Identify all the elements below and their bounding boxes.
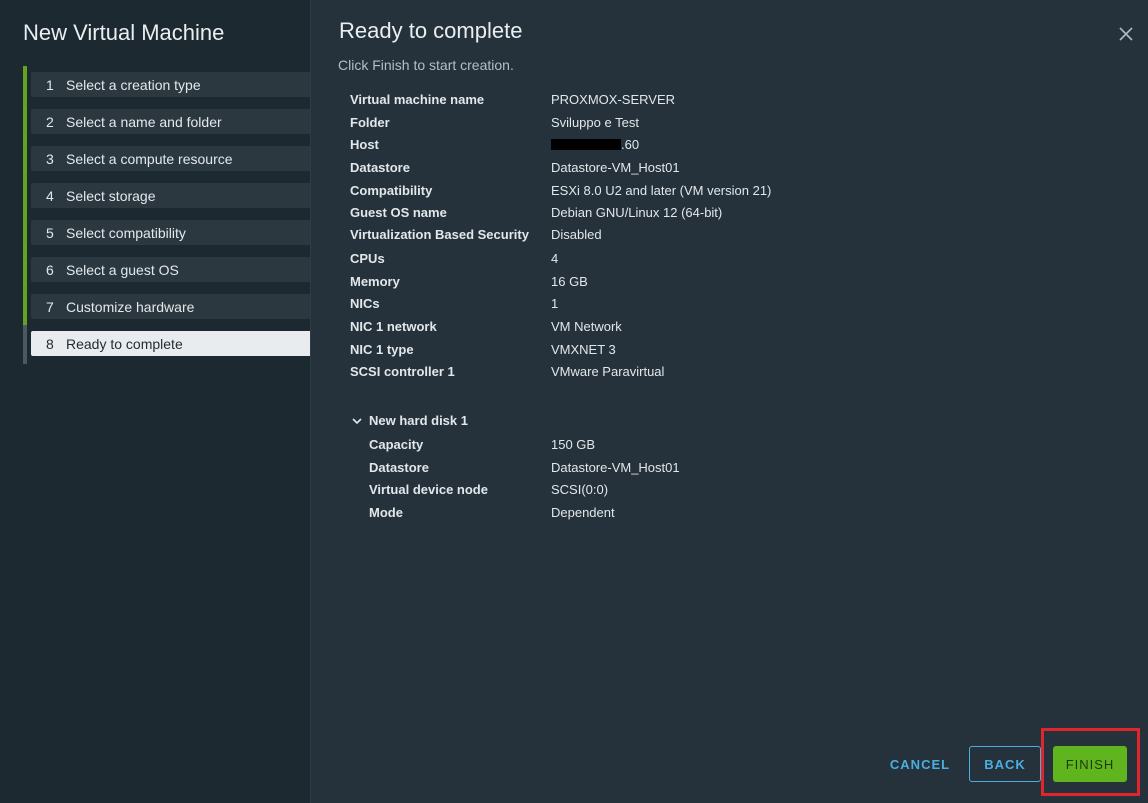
disk-row: Mode Dependent [369,505,1069,520]
back-button[interactable]: BACK [969,746,1041,782]
step-guest-os[interactable]: 6 Select a guest OS [23,251,310,288]
page-title: Ready to complete [339,18,523,43]
summary-key: NIC 1 network [350,318,437,334]
wizard-main: Ready to complete Click Finish to start … [312,0,1148,803]
summary-key: Guest OS name [350,205,447,221]
disk-value: Datastore-VM_Host01 [551,459,680,475]
summary-row: NIC 1 type VMXNET 3 [350,342,1070,357]
cancel-button[interactable]: CANCEL [884,746,956,782]
summary-value: VM Network [551,318,622,334]
step-label: Select a guest OS [66,261,179,278]
close-icon[interactable] [1118,26,1134,42]
summary-value: 16 GB [551,273,588,289]
summary-row: Guest OS name Debian GNU/Linux 12 (64-bit… [350,205,1070,220]
summary-value: Disabled [551,227,602,243]
step-number: 3 [46,150,54,167]
summary-row: Virtualization Based Security Disabled [350,228,1070,243]
disk-value: Dependent [551,505,615,521]
summary-key: NICs [350,296,380,312]
summary-value: Sviluppo e Test [551,114,639,130]
disk-section-label: New hard disk 1 [369,413,468,428]
disk-key: Datastore [369,459,429,475]
step-label: Select a creation type [66,76,201,93]
step-label: Select storage [66,187,156,204]
step-label: Select a compute resource [66,150,233,167]
step-number: 8 [46,335,54,352]
disk-key: Capacity [369,437,424,452]
step-number: 4 [46,187,54,204]
disk-key: Mode [369,505,403,521]
step-compute-resource[interactable]: 3 Select a compute resource [23,140,310,177]
step-number: 5 [46,224,54,241]
summary-row: Datastore Datastore-VM_Host01 [350,160,1070,175]
summary-key: Memory [350,273,400,289]
redaction-bar [551,139,621,151]
summary-key: Compatibility [350,182,433,198]
step-compatibility[interactable]: 5 Select compatibility [23,214,310,251]
summary-key: Virtual machine name [350,92,485,107]
summary-value: PROXMOX-SERVER [551,92,676,107]
summary-key: Folder [350,114,390,130]
summary-row: Host .60 [350,137,1070,152]
step-label: Select compatibility [66,224,186,241]
wizard-title: New Virtual Machine [23,20,225,45]
summary-value: VMware Paravirtual [551,364,665,380]
step-number: 7 [46,298,54,315]
disk-row: Virtual device node SCSI(0:0) [369,482,1069,497]
disk-table: Capacity 150 GB Datastore Datastore-VM_Hos… [369,437,1069,528]
step-number: 6 [46,261,54,278]
summary-value: VMXNET 3 [551,341,616,357]
step-label: Customize hardware [66,298,195,315]
wizard-steps: 1 Select a creation type 2 Select a name a… [23,66,310,368]
wizard-sidebar: New Virtual Machine 1 Select a creation t… [0,0,311,803]
host-suffix: .60 [621,137,640,153]
summary-value: ESXi 8.0 U2 and later (VM version 21) [551,182,772,198]
summary-row: NIC 1 network VM Network [350,319,1070,334]
summary-value-host: .60 [551,137,639,152]
summary-key: Host [350,137,379,153]
step-label: Select a name and folder [66,113,222,130]
chevron-down-icon [350,414,364,428]
summary-row: Virtual machine name PROXMOX-SERVER [350,92,1070,107]
step-customize-hardware[interactable]: 7 Customize hardware [23,288,310,325]
summary-row: Compatibility ESXi 8.0 U2 and later (VM v… [350,183,1070,198]
step-creation-type[interactable]: 1 Select a creation type [23,66,310,103]
summary-value: Datastore-VM_Host01 [551,160,680,176]
disk-row: Datastore Datastore-VM_Host01 [369,460,1069,475]
summary-row: Folder Sviluppo e Test [350,115,1070,130]
summary-value: Debian GNU/Linux 12 (64-bit) [551,205,723,221]
disk-value: 150 GB [551,437,596,452]
disk-row: Capacity 150 GB [369,437,1069,452]
summary-value: 1 [551,296,559,312]
summary-key: SCSI controller 1 [350,364,455,380]
summary-row: CPUs 4 [350,251,1070,266]
disk-key: Virtual device node [369,482,488,498]
summary-table: Virtual machine name PROXMOX-SERVER Folde… [350,92,1070,387]
step-ready-to-complete[interactable]: 8 Ready to complete [23,325,310,364]
disk-section-toggle[interactable]: New hard disk 1 [350,413,468,428]
summary-key: NIC 1 type [350,341,414,357]
summary-key: Virtualization Based Security [350,227,529,243]
summary-key: CPUs [350,250,385,266]
step-number: 2 [46,113,54,130]
step-name-folder[interactable]: 2 Select a name and folder [23,103,310,140]
step-number: 1 [46,76,54,93]
summary-value: 4 [551,250,559,266]
finish-button[interactable]: FINISH [1053,746,1127,782]
step-label: Ready to complete [66,335,183,352]
summary-row: SCSI controller 1 VMware Paravirtual [350,364,1070,379]
step-storage[interactable]: 4 Select storage [23,177,310,214]
summary-row: NICs 1 [350,296,1070,311]
disk-value: SCSI(0:0) [551,482,609,498]
summary-key: Datastore [350,160,410,176]
summary-row: Memory 16 GB [350,274,1070,289]
page-subtitle: Click Finish to start creation. [338,57,514,73]
